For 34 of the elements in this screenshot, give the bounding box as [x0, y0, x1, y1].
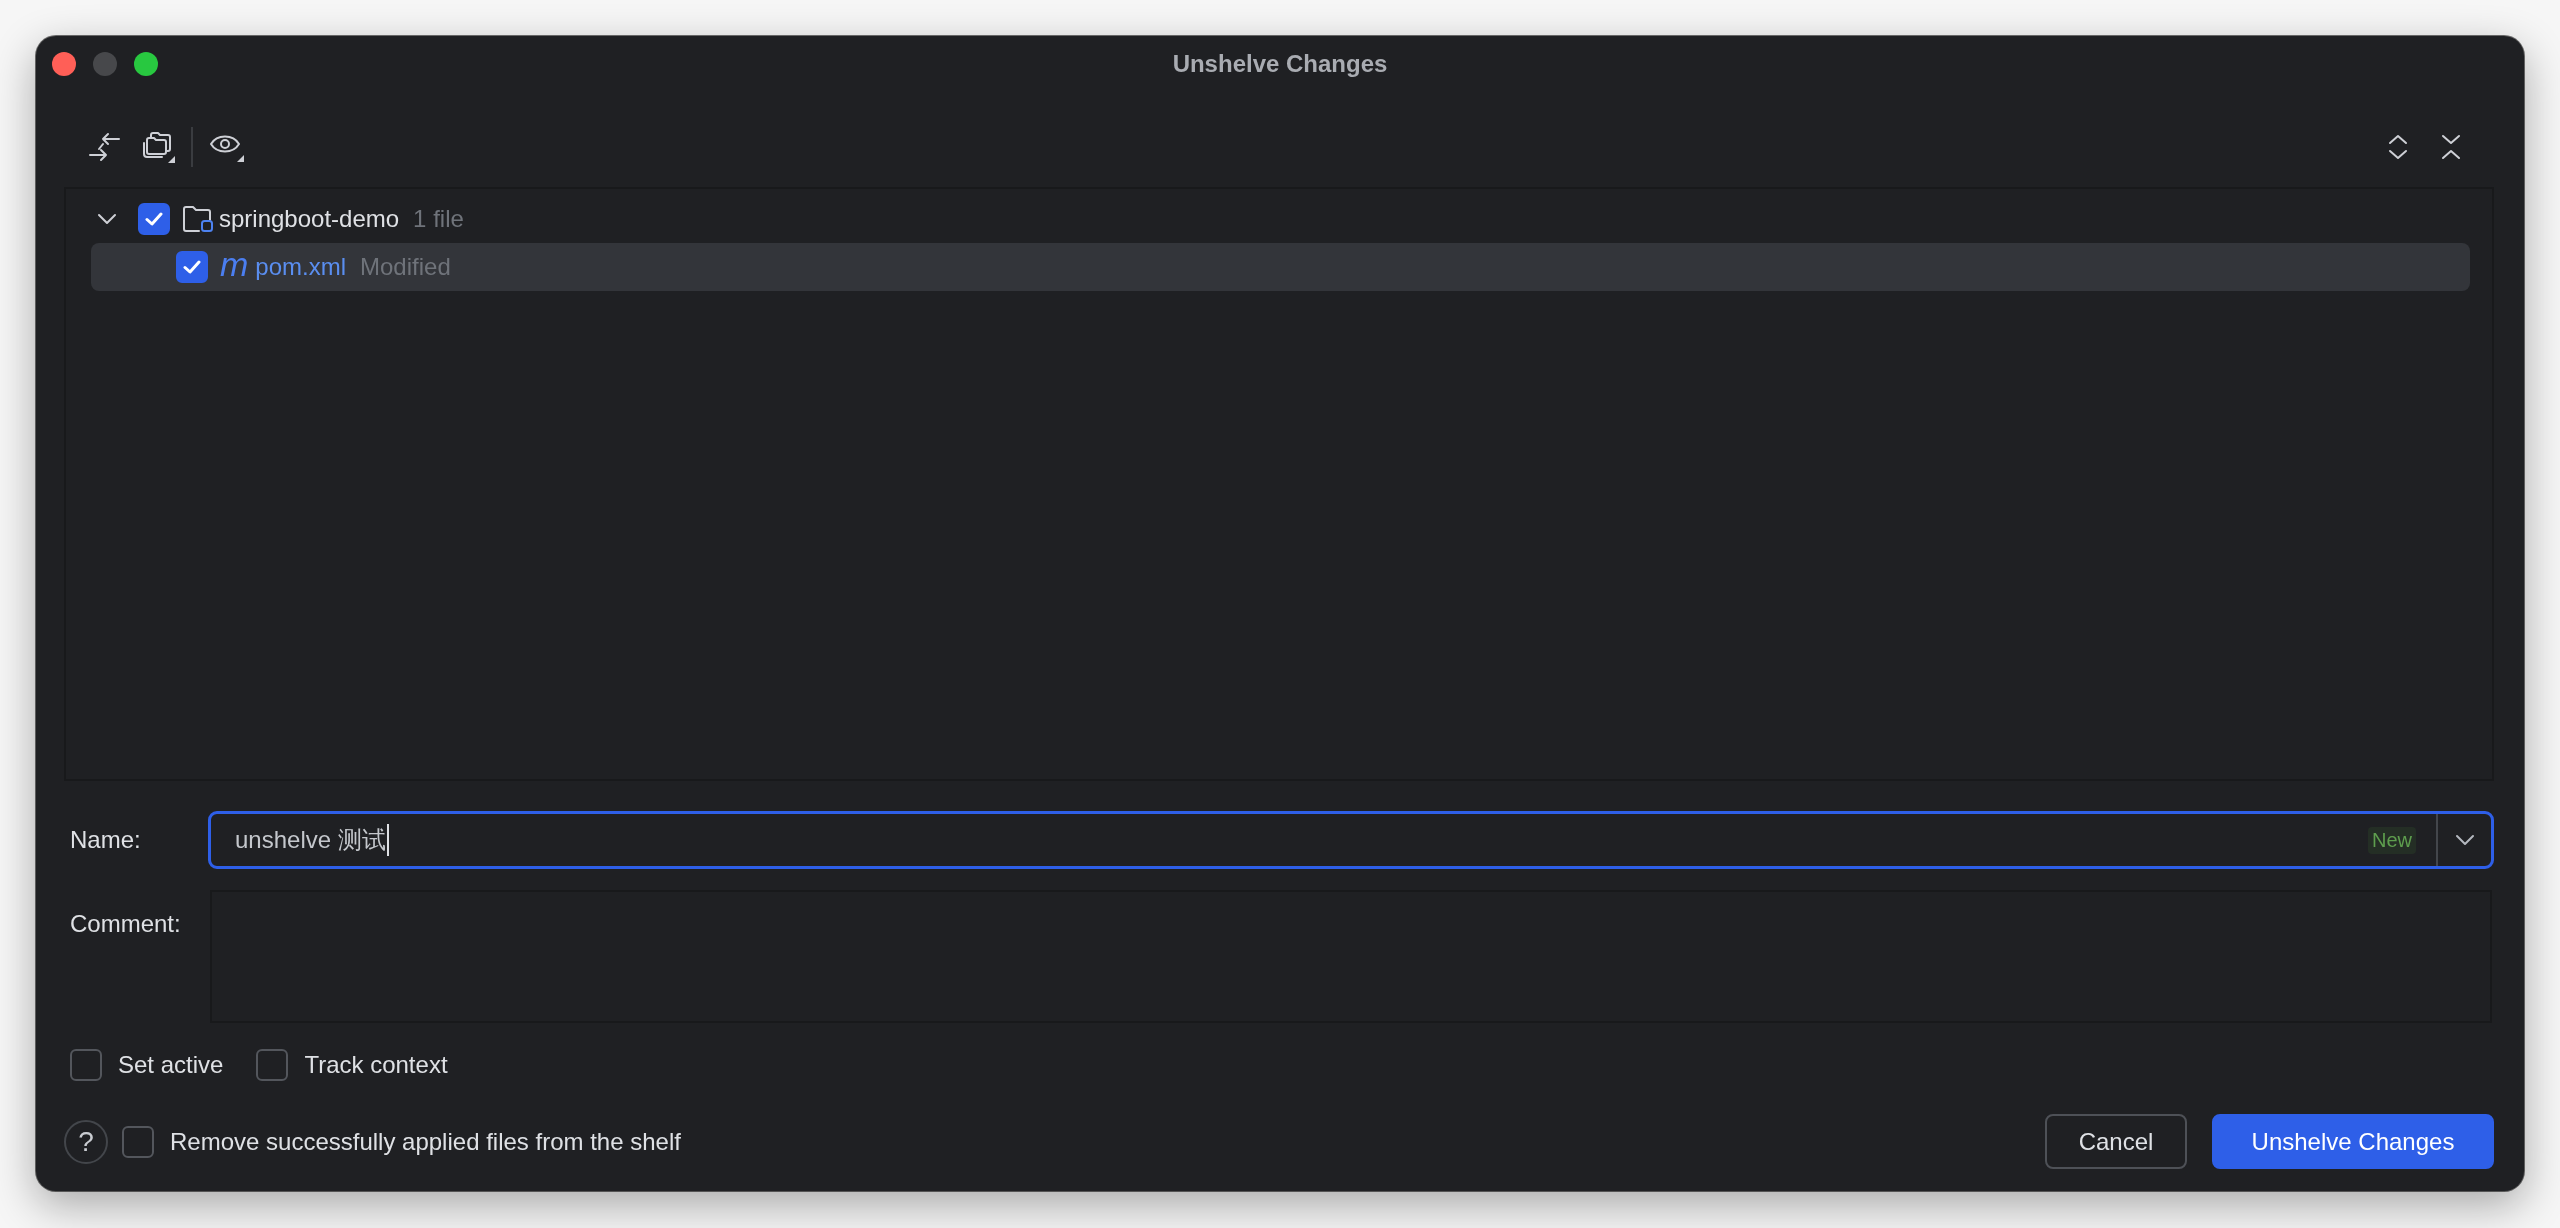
- help-button[interactable]: ?: [64, 1119, 108, 1164]
- unshelve-button[interactable]: Unshelve Changes: [2212, 1114, 2494, 1169]
- cancel-button[interactable]: Cancel: [2045, 1114, 2187, 1169]
- option-label: Track context: [304, 1051, 448, 1079]
- field-label: Comment:: [70, 910, 181, 938]
- tree-item-detail: Modified: [360, 253, 451, 281]
- name-input[interactable]: unshelve 测试: [235, 824, 386, 856]
- checkbox[interactable]: [122, 1125, 154, 1158]
- chevron-down-icon: [2454, 834, 2475, 846]
- tree-item-label: springboot-demo: [219, 205, 400, 233]
- name-combo-box[interactable]: unshelve 测试 New: [208, 811, 2494, 869]
- tree-item-label: pom.xml: [255, 253, 346, 281]
- field-label: Name:: [70, 826, 141, 854]
- file-type-glyph: m: [220, 247, 249, 281]
- tree-row[interactable]: m pom.xml Modified: [91, 243, 2470, 291]
- window-title: Unshelve Changes: [1172, 49, 1388, 78]
- zoom-button[interactable]: [134, 51, 158, 76]
- checkmark-icon: [145, 212, 163, 226]
- checkbox[interactable]: [70, 1049, 102, 1081]
- chevron-down-icon[interactable]: [97, 213, 117, 225]
- option-label: Remove successfully applied files from the shelf: [170, 1127, 681, 1156]
- folders-icon[interactable]: [142, 131, 176, 163]
- checkbox[interactable]: [176, 251, 208, 283]
- text-cursor: [386, 824, 389, 856]
- status-tag: New: [2368, 826, 2416, 854]
- checkbox[interactable]: [256, 1049, 289, 1081]
- checkbox[interactable]: [138, 203, 170, 235]
- tree-item-detail: 1 file: [413, 205, 464, 233]
- close-button[interactable]: [52, 51, 76, 76]
- checkmark-icon: [183, 260, 201, 274]
- tree-row[interactable]: springboot-demo 1 file: [91, 195, 2470, 243]
- option-label: Set active: [118, 1051, 224, 1079]
- folder-icon: [182, 205, 214, 233]
- arrows-icon[interactable]: [88, 132, 122, 162]
